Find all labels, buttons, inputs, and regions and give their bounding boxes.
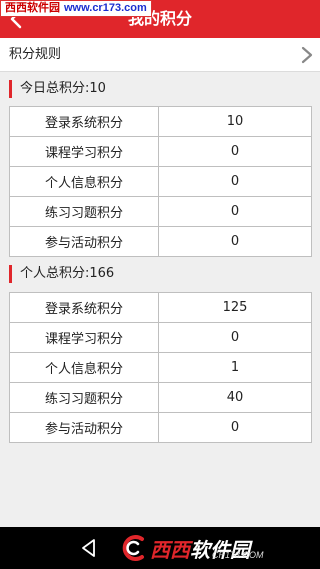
row-name: 参与活动积分: [9, 412, 159, 443]
row-value: 0: [158, 322, 312, 353]
logo-url: CR173.COM: [212, 550, 264, 560]
today-points-table: 登录系统积分 10 课程学习积分 0 个人信息积分 0 练习习题积分 0 参与活…: [9, 106, 312, 257]
personal-total-title: 个人总积分:166: [9, 265, 114, 283]
row-name: 个人信息积分: [9, 166, 159, 197]
row-value: 0: [158, 412, 312, 443]
row-name: 登录系统积分: [9, 292, 159, 323]
points-rules-row[interactable]: 积分规则: [0, 38, 320, 72]
table-row: 个人信息积分 1: [9, 352, 312, 383]
row-value: 40: [158, 382, 312, 413]
table-row: 登录系统积分 125: [9, 292, 312, 323]
site-logo: 西西软件园 CR173.COM: [120, 533, 315, 565]
table-row: 个人信息积分 0: [9, 166, 312, 197]
row-name: 课程学习积分: [9, 322, 159, 353]
watermark-site-name: 西西软件园: [5, 2, 60, 14]
table-row: 练习习题积分 0: [9, 196, 312, 227]
table-row: 课程学习积分 0: [9, 322, 312, 353]
row-name: 登录系统积分: [9, 106, 159, 137]
table-row: 练习习题积分 40: [9, 382, 312, 413]
row-value: 0: [158, 226, 312, 257]
row-name: 课程学习积分: [9, 136, 159, 167]
row-value: 0: [158, 136, 312, 167]
personal-points-table: 登录系统积分 125 课程学习积分 0 个人信息积分 1 练习习题积分 40 参…: [9, 292, 312, 443]
table-row: 课程学习积分 0: [9, 136, 312, 167]
row-value: 125: [158, 292, 312, 323]
table-row: 参与活动积分 0: [9, 226, 312, 257]
row-value: 0: [158, 196, 312, 227]
watermark-url: www.cr173.com: [64, 2, 147, 14]
chevron-right-icon: [301, 46, 313, 64]
points-rules-label: 积分规则: [9, 47, 62, 62]
row-name: 个人信息积分: [9, 352, 159, 383]
today-total-title: 今日总积分:10: [9, 80, 106, 98]
row-name: 练习习题积分: [9, 382, 159, 413]
nav-back-triangle-icon[interactable]: [78, 537, 100, 559]
app-header: 我的积分 西西软件园 www.cr173.com: [0, 0, 320, 38]
row-value: 1: [158, 352, 312, 383]
row-name: 参与活动积分: [9, 226, 159, 257]
system-nav-bar: 西西软件园 CR173.COM: [0, 527, 320, 569]
logo-emblem-icon: [122, 535, 144, 561]
table-row: 登录系统积分 10: [9, 106, 312, 137]
row-value: 0: [158, 166, 312, 197]
row-name: 练习习题积分: [9, 196, 159, 227]
site-watermark: 西西软件园 www.cr173.com: [0, 0, 152, 17]
table-row: 参与活动积分 0: [9, 412, 312, 443]
logo-brand-red: 西西: [150, 538, 190, 562]
row-value: 10: [158, 106, 312, 137]
